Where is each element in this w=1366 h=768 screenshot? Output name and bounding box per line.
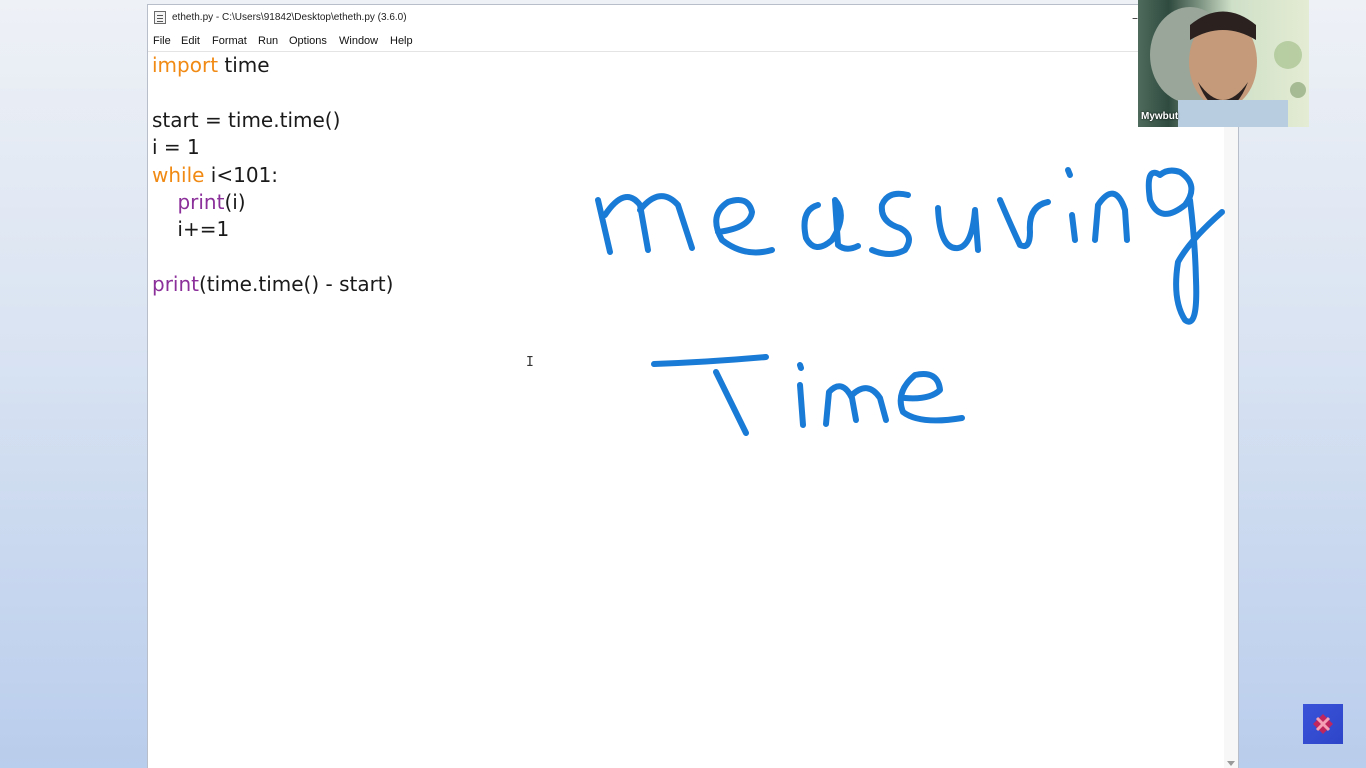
builtin-print: print: [152, 272, 199, 297]
menu-options[interactable]: Options: [289, 35, 327, 47]
participant-name: Mywbut: [1141, 111, 1179, 122]
keyword-while: while: [152, 162, 205, 187]
menu-window[interactable]: Window: [339, 35, 378, 47]
code-token: i<101:: [204, 162, 279, 187]
title-bar[interactable]: etheth.py - C:\Users\91842\Desktop\ethet…: [148, 5, 1238, 32]
code-token: time: [218, 53, 270, 77]
menu-file[interactable]: File: [153, 35, 171, 47]
code-token: (time.time() - start): [199, 272, 394, 297]
menu-help[interactable]: Help: [390, 35, 413, 47]
code-line: start = time.time(): [152, 107, 341, 132]
menu-run[interactable]: Run: [258, 35, 278, 47]
webcam-overlay: Mywbut: [1138, 0, 1309, 127]
text-cursor-icon: I: [526, 355, 534, 370]
code-line: i+=1: [152, 217, 230, 242]
idle-editor-window: etheth.py - C:\Users\91842\Desktop\ethet…: [147, 4, 1239, 768]
logo-icon: [1303, 704, 1343, 744]
vertical-scrollbar[interactable]: [1224, 52, 1238, 768]
menu-bar: File Edit Format Run Options Window Help: [148, 32, 1238, 52]
presenter-avatar: [1150, 7, 1306, 127]
window-title: etheth.py - C:\Users\91842\Desktop\ethet…: [172, 12, 407, 23]
code-line: i = 1: [152, 135, 200, 160]
builtin-print: print: [177, 190, 225, 215]
menu-edit[interactable]: Edit: [181, 35, 200, 47]
file-icon: [154, 11, 166, 24]
scroll-down-arrow-icon[interactable]: [1227, 761, 1235, 766]
code-token: (i): [224, 190, 246, 215]
menu-format[interactable]: Format: [212, 35, 247, 47]
code-editor[interactable]: import time start = time.time() i = 1 wh…: [148, 52, 1226, 768]
code-text: import time start = time.time() i = 1 wh…: [152, 52, 393, 299]
keyword-import: import: [152, 53, 219, 77]
